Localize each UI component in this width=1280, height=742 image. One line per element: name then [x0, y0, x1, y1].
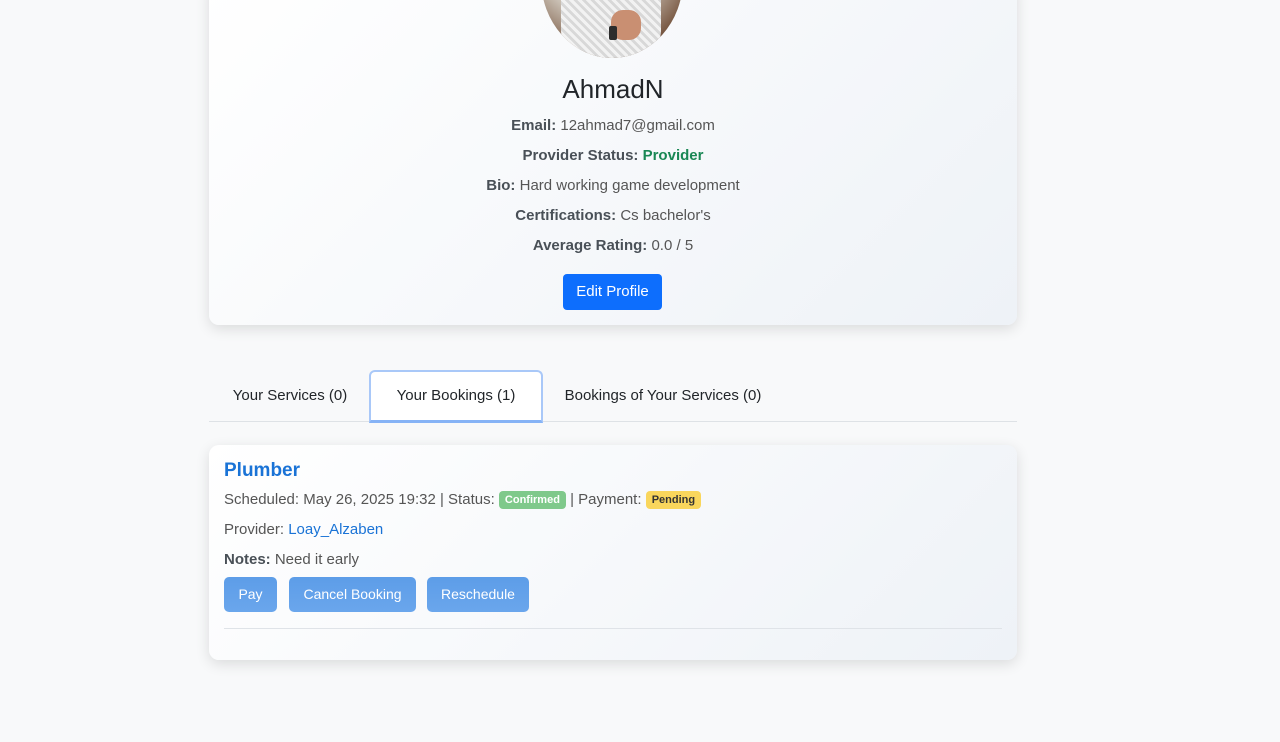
cancel-booking-button[interactable]: Cancel Booking — [289, 577, 416, 612]
booking-schedule-line: Scheduled: May 26, 2025 19:32 | Status: … — [224, 491, 702, 509]
reschedule-button[interactable]: Reschedule — [427, 577, 529, 612]
schedule-text: Scheduled: May 26, 2025 19:32 | Status: — [224, 491, 495, 508]
certifications-label: Certifications: — [515, 207, 617, 224]
profile-name: AhmadN — [562, 74, 664, 104]
certifications-line: Certifications: Cs bachelor's — [209, 207, 1017, 224]
tab-your-bookings[interactable]: Your Bookings (1) — [369, 370, 543, 423]
notes-value: Need it early — [274, 551, 360, 568]
notes-label: Notes: — [224, 551, 271, 568]
pay-button[interactable]: Pay — [224, 577, 277, 612]
booking-service-title[interactable]: Plumber — [224, 460, 300, 482]
divider — [224, 628, 1002, 629]
provider-label: Provider: — [224, 521, 285, 538]
tab-bookings-of-your-services[interactable]: Bookings of Your Services (0) — [549, 370, 777, 421]
booking-notes-line: Notes: Need it early — [224, 551, 359, 568]
email-label: Email: — [511, 117, 557, 134]
avatar-watch — [609, 26, 617, 40]
certifications-value: Cs bachelor's — [620, 207, 711, 224]
bio-value: Hard working game development — [519, 177, 740, 194]
rating-label: Average Rating: — [532, 237, 648, 254]
profile-card: AhmadN Email: 12ahmad7@gmail.com Provide… — [209, 0, 1017, 325]
provider-link[interactable]: Loay_Alzaben — [288, 521, 383, 538]
status-badge: Confirmed — [498, 491, 566, 509]
provider-status-line: Provider Status: Provider — [209, 147, 1017, 164]
tab-your-services[interactable]: Your Services (0) — [209, 370, 371, 421]
avatar — [541, 0, 683, 58]
booking-card: Plumber Scheduled: May 26, 2025 19:32 | … — [209, 445, 1017, 660]
provider-status-value: Provider — [642, 147, 704, 164]
tab-bar: Your Services (0) Your Bookings (1) Book… — [209, 370, 1017, 423]
rating-line: Average Rating: 0.0 / 5 — [209, 237, 1017, 254]
payment-label: | Payment: — [570, 491, 642, 508]
email-line: Email: 12ahmad7@gmail.com — [209, 117, 1017, 134]
bio-label: Bio: — [486, 177, 516, 194]
bio-line: Bio: Hard working game development — [209, 177, 1017, 194]
booking-provider-line: Provider: Loay_Alzaben — [224, 521, 383, 538]
email-value: 12ahmad7@gmail.com — [560, 117, 715, 134]
edit-profile-button[interactable]: Edit Profile — [563, 274, 662, 310]
provider-status-label: Provider Status: — [522, 147, 639, 164]
payment-badge: Pending — [645, 491, 702, 509]
rating-value: 0.0 / 5 — [651, 237, 694, 254]
